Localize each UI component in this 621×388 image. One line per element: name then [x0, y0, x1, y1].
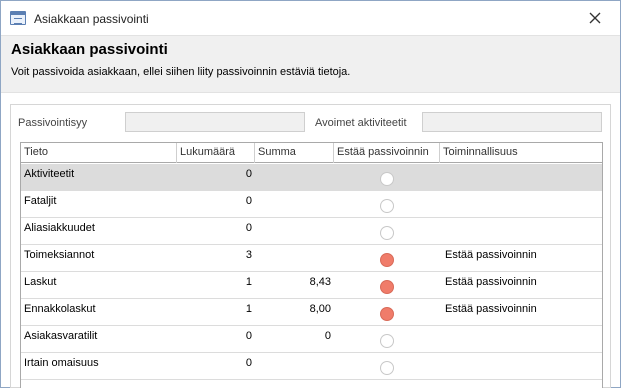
avoimet-aktiviteetit-label: Avoimet aktiviteetit [315, 117, 407, 129]
cell-tieto: Aktiviteetit [24, 168, 75, 180]
blocks-passivation-indicator [380, 307, 394, 321]
cell-toiminnallisuus: Estää passivoinnin [445, 303, 537, 315]
cell-tieto: Ennakkolaskut [24, 303, 96, 315]
no-block-indicator [380, 334, 394, 348]
cell-tieto: Asiakasvaratilit [24, 330, 98, 342]
window-title: Asiakkaan passivointi [34, 12, 149, 26]
cell-tieto: Fataljit [24, 195, 57, 207]
table-row[interactable]: Ennakkolaskut 1 8,00 Estää passivoinnin [21, 299, 602, 326]
dialog-header: Asiakkaan passivointi Voit passivoida as… [1, 35, 620, 93]
cell-tieto: Toimeksiannot [24, 249, 95, 261]
cell-summa: 8,00 [309, 303, 331, 315]
content-group: Passivointisyy Avoimet aktiviteetit Tiet… [10, 104, 611, 388]
cell-toiminnallisuus: Estää passivoinnin [445, 249, 537, 261]
column-header-estaa[interactable]: Estää passivoinnin [334, 143, 440, 163]
table-row[interactable]: Asiakasvaratilit 0 0 [21, 326, 602, 353]
cell-toiminnallisuus [442, 191, 602, 218]
cell-summa [255, 353, 334, 380]
cell-toiminnallisuus: Estää passivoinnin [445, 276, 537, 288]
header-description: Voit passivoida asiakkaan, ellei siihen … [11, 66, 351, 78]
table-row[interactable]: Aktiviteetit 0 [21, 164, 602, 191]
column-header-lukumaara[interactable]: Lukumäärä [177, 143, 255, 163]
cell-summa [255, 218, 334, 245]
table-row[interactable]: Irtain omaisuus 0 [21, 353, 602, 380]
cell-lukumaara: 0 [245, 195, 252, 207]
cell-lukumaara: 0 [245, 330, 252, 342]
dialog-body: Passivointisyy Avoimet aktiviteetit Tiet… [1, 94, 620, 388]
column-header-toiminnallisuus[interactable]: Toiminnallisuus [440, 143, 602, 163]
avoimet-aktiviteetit-field[interactable] [422, 112, 602, 132]
cell-lukumaara: 0 [245, 168, 252, 180]
column-header-tieto[interactable]: Tieto [21, 143, 177, 163]
cell-summa [255, 164, 334, 191]
cell-summa: 8,43 [309, 276, 331, 288]
close-icon [589, 12, 601, 24]
no-block-indicator [380, 226, 394, 240]
header-title: Asiakkaan passivointi [11, 41, 168, 58]
column-header-summa[interactable]: Summa [255, 143, 334, 163]
cell-tieto: Laskut [24, 276, 57, 288]
data-grid[interactable]: Tieto Lukumäärä Summa Estää passivoinnin… [20, 142, 603, 388]
passivointisyy-field[interactable] [125, 112, 305, 132]
table-row[interactable]: Toimeksiannot 3 Estää passivoinnin [21, 245, 602, 272]
cell-tieto: Irtain omaisuus [24, 357, 99, 369]
cell-toiminnallisuus [442, 164, 602, 191]
no-block-indicator [380, 361, 394, 375]
window-form-icon [10, 11, 26, 25]
cell-summa: 0 [324, 330, 331, 342]
cell-lukumaara: 3 [245, 249, 252, 261]
dialog-window: Asiakkaan passivointi Asiakkaan passivoi… [0, 0, 621, 388]
cell-summa [255, 191, 334, 218]
grid-header: Tieto Lukumäärä Summa Estää passivoinnin… [21, 143, 602, 163]
cell-lukumaara: 0 [245, 222, 252, 234]
table-row[interactable]: Laskut 1 8,43 Estää passivoinnin [21, 272, 602, 299]
passivointisyy-label: Passivointisyy [18, 117, 88, 129]
cell-toiminnallisuus [442, 218, 602, 245]
table-row[interactable]: Fataljit 0 [21, 191, 602, 218]
title-bar: Asiakkaan passivointi [1, 1, 620, 35]
cell-toiminnallisuus [442, 326, 602, 353]
blocks-passivation-indicator [380, 280, 394, 294]
blocks-passivation-indicator [380, 253, 394, 267]
cell-summa [255, 245, 334, 272]
no-block-indicator [380, 172, 394, 186]
no-block-indicator [380, 199, 394, 213]
cell-toiminnallisuus [442, 353, 602, 380]
cell-tieto: Aliasiakkuudet [24, 222, 95, 234]
table-row[interactable]: Aliasiakkuudet 0 [21, 218, 602, 245]
cell-lukumaara: 0 [245, 357, 252, 369]
cell-lukumaara: 1 [245, 276, 252, 288]
cell-lukumaara: 1 [245, 303, 252, 315]
close-button[interactable] [583, 7, 607, 29]
